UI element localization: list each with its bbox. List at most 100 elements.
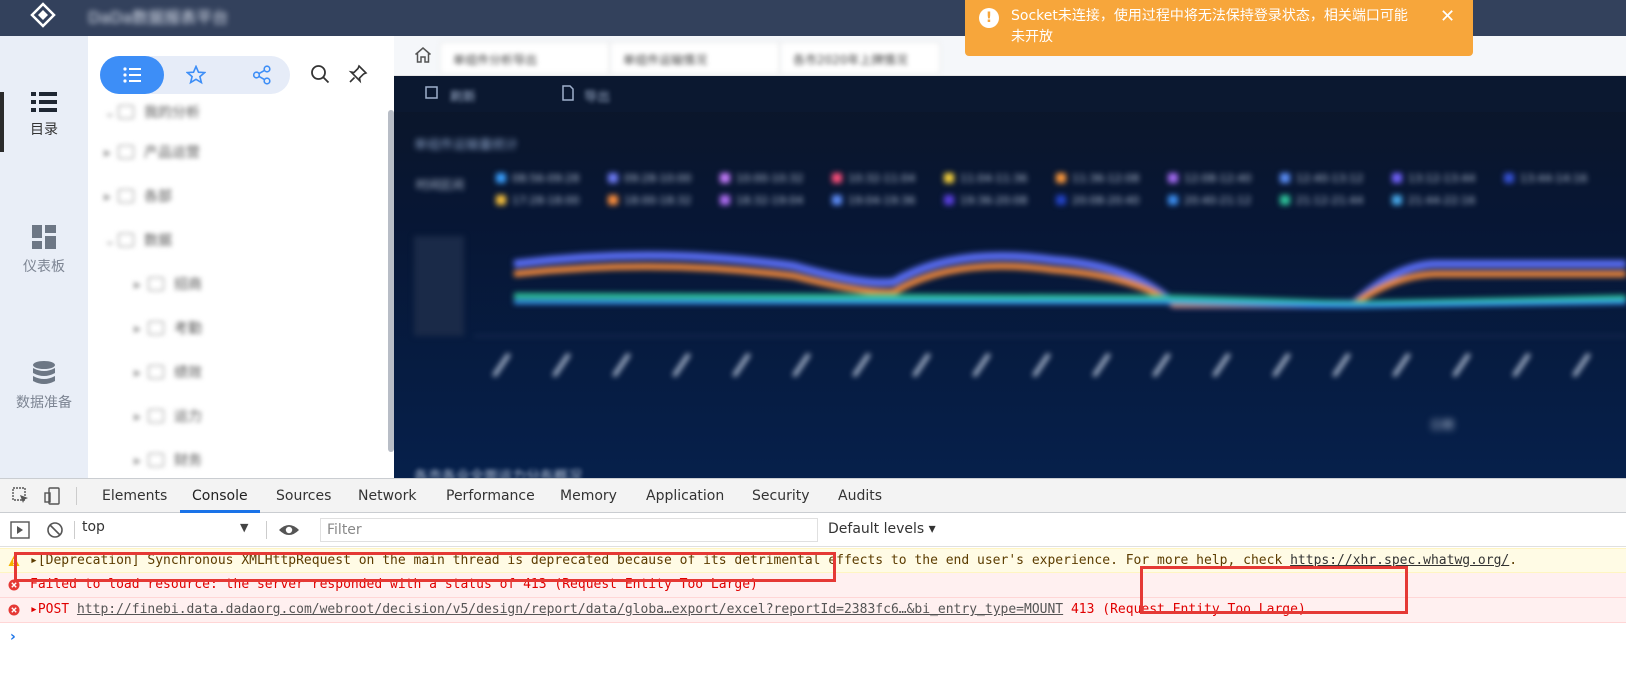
tab-security[interactable]: Security	[752, 488, 810, 504]
database-icon	[33, 361, 55, 384]
line-chart	[414, 236, 1626, 378]
tab-console[interactable]: Console	[192, 488, 248, 504]
view-switcher	[100, 56, 290, 94]
log-levels-dropdown[interactable]: Default levels ▾	[828, 521, 936, 537]
legend-label: 20:08-20:40	[1072, 194, 1140, 207]
rail-item-catalog[interactable]: 目录	[0, 91, 88, 139]
legend-item[interactable]: 21:12-21:44	[1280, 194, 1363, 207]
search-icon[interactable]	[310, 64, 330, 84]
devtools-panel: Elements Console Sources Network Perform…	[0, 478, 1626, 692]
legend-item[interactable]: 11:04-11:36	[944, 172, 1027, 185]
tab-network[interactable]: Network	[358, 488, 416, 504]
legend-swatch	[720, 195, 730, 205]
legend-swatch	[1168, 195, 1178, 205]
dashboard-canvas: 刷新 导出 单组件运输量统计 时间区间 08:56-09:28 09:28-10:…	[394, 76, 1626, 478]
legend-label: 08:56-09:28	[512, 172, 580, 185]
legend-item[interactable]: 10:32-11:04	[832, 172, 915, 185]
logo-icon	[30, 2, 56, 28]
tree-item[interactable]: ▸ 招商	[134, 274, 202, 294]
legend-swatch	[1056, 173, 1066, 183]
legend-item[interactable]: 09:28-10:00	[608, 172, 691, 185]
star-icon[interactable]	[186, 65, 206, 85]
rail-item-data-prep[interactable]: 数据准备	[0, 360, 88, 412]
pin-icon[interactable]	[348, 64, 368, 84]
legend-item[interactable]: 17:28-18:00	[496, 194, 579, 207]
legend-swatch	[1504, 173, 1514, 183]
home-icon[interactable]	[414, 46, 432, 64]
legend-item[interactable]: 08:56-09:28	[496, 172, 579, 185]
legend-item[interactable]: 13:44-14:16	[1504, 172, 1587, 185]
dashboard-toolbar: 刷新 导出	[394, 76, 1626, 112]
legend-label: 21:12-21:44	[1296, 194, 1364, 207]
request-url-link[interactable]: http://finebi.data.dadaorg.com/webroot/d…	[77, 602, 1063, 617]
tree-item[interactable]: ⌄ 数据	[104, 230, 172, 250]
tab-report[interactable]: 单组件分析导出	[440, 42, 610, 74]
legend-label: 10:32-11:04	[848, 172, 916, 185]
legend-item[interactable]: 10:00-10:32	[720, 172, 803, 185]
dashboard-icon	[32, 225, 56, 249]
tab-memory[interactable]: Memory	[560, 488, 617, 504]
tree-item[interactable]: ▸ 运力	[134, 406, 202, 426]
legend-swatch	[832, 173, 842, 183]
refresh-button[interactable]: 刷新	[450, 86, 476, 105]
sidebar-toggle-icon[interactable]	[10, 521, 30, 539]
legend-swatch	[608, 195, 618, 205]
legend-label: 19:36-20:08	[960, 194, 1028, 207]
legend-item[interactable]: 11:36-12:08	[1056, 172, 1139, 185]
legend-item[interactable]: 20:08-20:40	[1056, 194, 1139, 207]
socket-warning-toast: ! Socket未连接，使用过程中将无法保持登录状态，相关端口可能未开放 ✕	[965, 0, 1473, 56]
legend-label: 17:28-18:00	[512, 194, 580, 207]
tree-item[interactable]: ▸ 考勤	[134, 318, 202, 338]
legend-item[interactable]: 18:32-19:04	[720, 194, 803, 207]
tree-item[interactable]: ⌄ 我的分析	[104, 102, 200, 122]
legend-item[interactable]: 19:36-20:08	[944, 194, 1027, 207]
legend-label: 20:40-21:12	[1184, 194, 1252, 207]
tab-elements[interactable]: Elements	[102, 488, 167, 504]
context-select[interactable]: top	[82, 519, 258, 541]
directory-panel: ⌄ 我的分析 ▸ 产品运营 ▸ 各部 ⌄ 数据 ▸ 招商 ▸ 考勤 ▸ 绩效 ▸ 运力 ▸ 财务	[88, 36, 394, 478]
eye-icon[interactable]	[278, 523, 300, 537]
tab-report[interactable]: 单组件运输情况	[610, 42, 780, 74]
legend-item[interactable]: 20:40-21:12	[1168, 194, 1251, 207]
export-icon	[562, 85, 574, 101]
close-icon[interactable]: ✕	[1440, 6, 1455, 27]
clear-console-icon[interactable]	[46, 521, 64, 539]
legend-label: 09:28-10:00	[624, 172, 692, 185]
tree-item[interactable]: ▸ 绩效	[134, 362, 202, 382]
tab-application[interactable]: Application	[646, 488, 724, 504]
legend-item[interactable]: 12:08-12:40	[1168, 172, 1251, 185]
inspect-icon[interactable]	[12, 487, 30, 505]
list-icon	[123, 67, 141, 83]
legend-swatch	[1056, 195, 1066, 205]
console-prompt[interactable]: ›	[10, 629, 16, 645]
tab-performance[interactable]: Performance	[446, 488, 535, 504]
console-filter-input[interactable]	[320, 518, 818, 542]
rail-label: 目录	[30, 122, 58, 138]
device-toggle-icon[interactable]	[44, 487, 62, 505]
share-icon[interactable]	[252, 65, 272, 85]
legend-item[interactable]: 13:12-13:44	[1392, 172, 1475, 185]
tab-sources[interactable]: Sources	[276, 488, 331, 504]
legend-label: 11:04-11:36	[960, 172, 1028, 185]
rail-item-dashboard[interactable]: 仪表板	[0, 224, 88, 276]
export-button[interactable]: 导出	[584, 86, 610, 105]
tree-item[interactable]: ▸ 财务	[134, 450, 202, 470]
legend-item[interactable]: 19:04-19:36	[832, 194, 915, 207]
tab-report[interactable]: 各市2020年上牌情况	[780, 42, 940, 74]
tree-item[interactable]: ▸ 各部	[104, 186, 172, 206]
chevron-down-icon[interactable]: ▼	[240, 521, 248, 534]
x-axis-label: 日期	[1430, 418, 1455, 432]
legend-swatch	[944, 195, 954, 205]
legend-swatch	[608, 173, 618, 183]
legend-title: 时间区间	[416, 178, 465, 192]
legend-item[interactable]: 21:44-22:16	[1392, 194, 1475, 207]
legend-swatch	[944, 173, 954, 183]
console-message: ▸POST http://finebi.data.dadaorg.com/web…	[30, 602, 1306, 617]
legend-label: 13:44-14:16	[1520, 172, 1588, 185]
legend-item[interactable]: 12:40-13:12	[1280, 172, 1363, 185]
tab-audits[interactable]: Audits	[838, 488, 882, 504]
legend-swatch	[832, 195, 842, 205]
legend-swatch	[1392, 173, 1402, 183]
tree-item[interactable]: ▸ 产品运营	[104, 142, 200, 162]
legend-item[interactable]: 18:00-18:32	[608, 194, 691, 207]
